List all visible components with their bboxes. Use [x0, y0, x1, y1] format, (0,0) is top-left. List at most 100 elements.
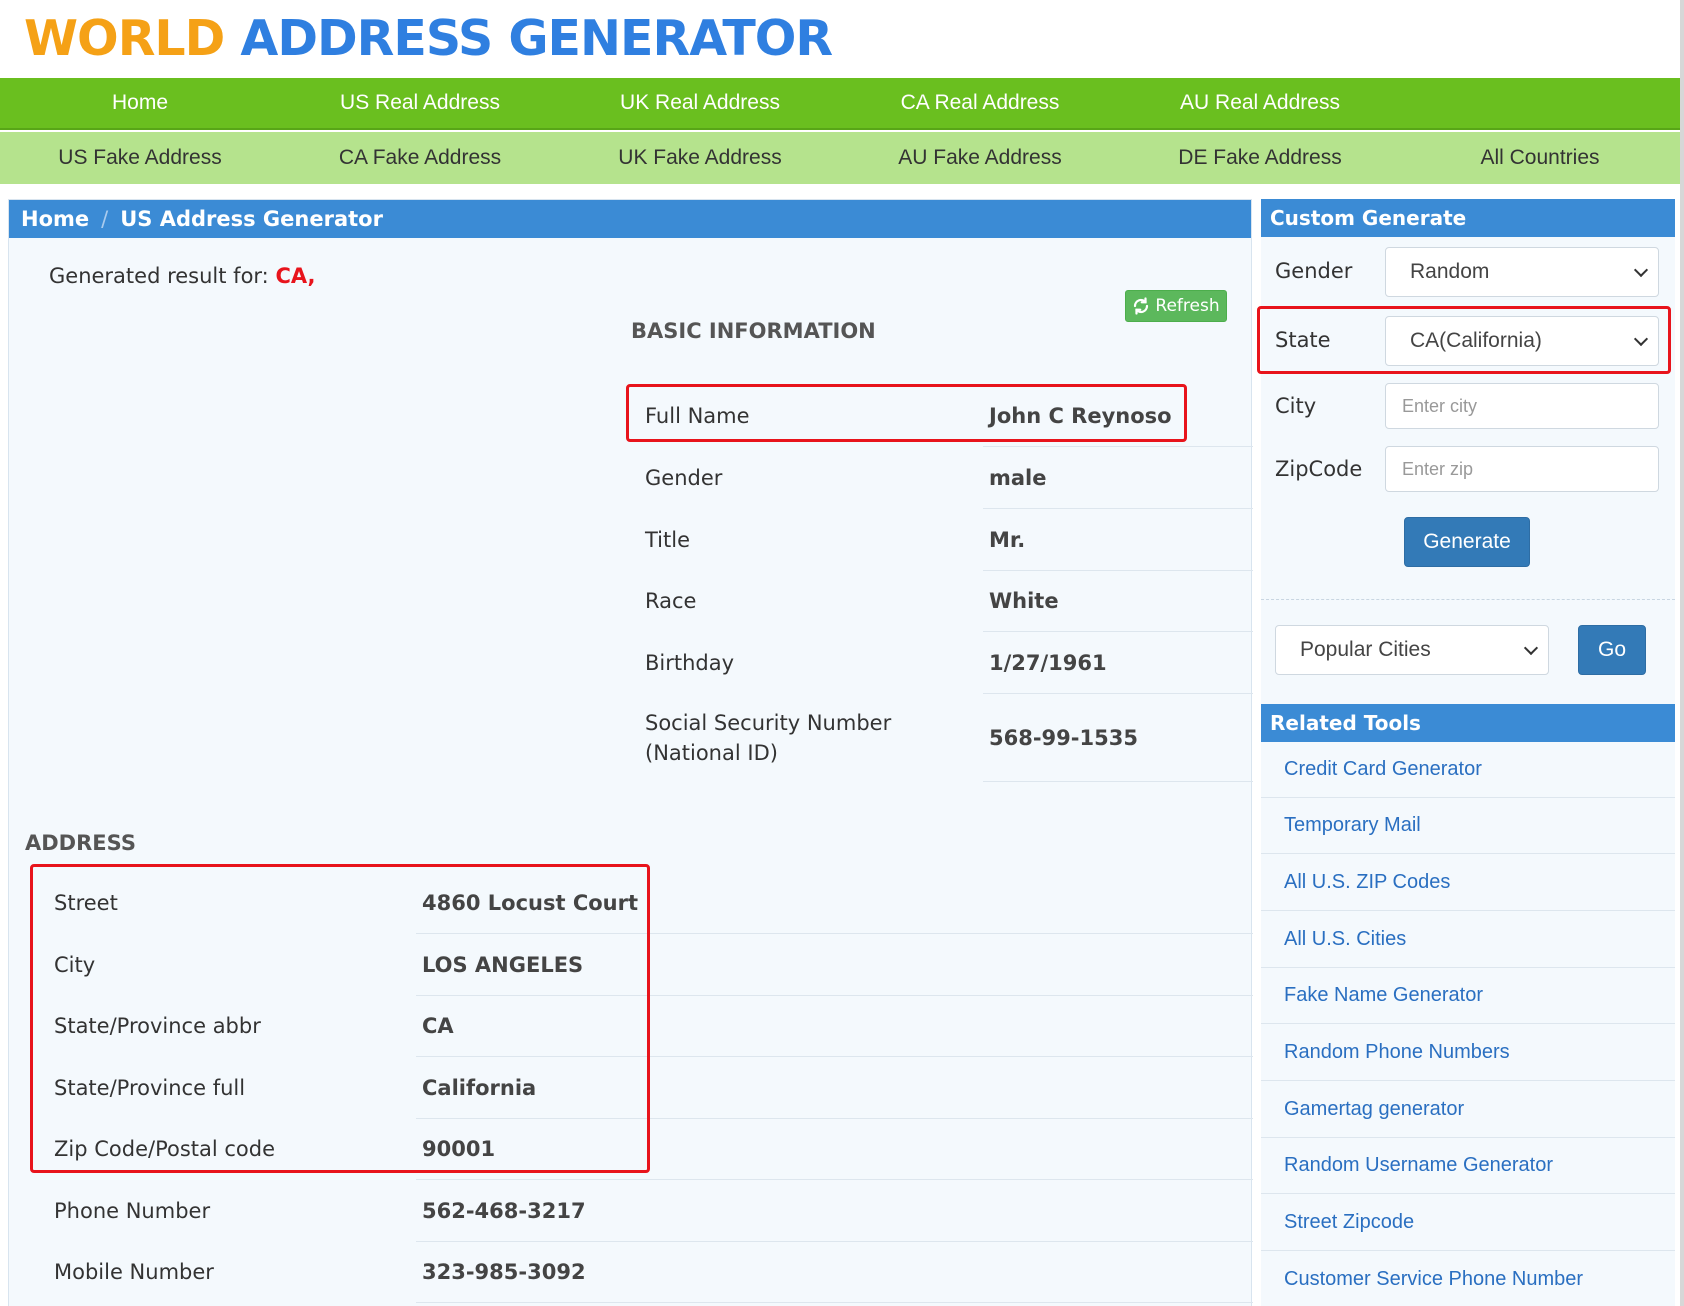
race-value: White	[989, 589, 1059, 613]
state-abbr-label: State/Province abbr	[54, 1014, 261, 1038]
main-panel: Home / US Address Generator Generated re…	[8, 199, 1253, 1306]
mobile-number-value: 323-985-3092	[422, 1260, 586, 1284]
row-full-name: Full Name John C Reynoso	[645, 385, 1253, 447]
chevron-down-icon	[1633, 262, 1649, 278]
nav-us-real-address[interactable]: US Real Address	[280, 78, 560, 128]
row-birthday: Birthday 1/27/1961	[645, 632, 1253, 694]
gender-select-value: Random	[1410, 260, 1490, 283]
nav-us-fake-address[interactable]: US Fake Address	[0, 132, 280, 184]
title-label: Title	[645, 528, 691, 552]
generated-result-prefix: Generated result for:	[49, 264, 269, 288]
row-ssn: Social Security Number (National ID) 568…	[645, 694, 1253, 782]
address-title: ADDRESS	[25, 831, 136, 855]
logo-word-world: WORLD	[24, 10, 225, 67]
phone-number-value: 562-468-3217	[422, 1199, 586, 1223]
nav-ca-real-address[interactable]: CA Real Address	[840, 78, 1120, 128]
related-tools-list: Credit Card Generator Temporary Mail All…	[1261, 742, 1675, 1306]
zipcode-input-label: ZipCode	[1275, 457, 1363, 481]
row-state-abbr: State/Province abbr CA	[54, 995, 1253, 1057]
birthday-label: Birthday	[645, 651, 735, 675]
zipcode-input[interactable]: Enter zip	[1385, 446, 1659, 492]
row-title: Title Mr.	[645, 509, 1253, 571]
ssn-label: Social Security Number (National ID)	[645, 711, 892, 765]
row-city: City LOS ANGELES	[54, 934, 1253, 996]
gender-select[interactable]: Random	[1385, 247, 1659, 297]
nav-de-fake-address[interactable]: DE Fake Address	[1120, 132, 1400, 184]
go-button[interactable]: Go	[1578, 625, 1646, 675]
nav-ca-fake-address[interactable]: CA Fake Address	[280, 132, 560, 184]
race-label: Race	[645, 589, 697, 613]
row-race: Race White	[645, 570, 1253, 632]
breadcrumb-current: US Address Generator	[120, 207, 383, 231]
zip-code-value: 90001	[422, 1137, 496, 1161]
nav-home[interactable]: Home	[0, 78, 280, 128]
breadcrumb-home[interactable]: Home	[21, 207, 89, 231]
gender-label: Gender	[645, 466, 723, 490]
popular-cities-value: Popular Cities	[1300, 638, 1431, 661]
tool-link-us-zip-codes[interactable]: All U.S. ZIP Codes	[1261, 855, 1675, 911]
tool-link-credit-card-generator[interactable]: Credit Card Generator	[1261, 742, 1675, 798]
site-logo[interactable]: WORLD ADDRESS GENERATOR	[24, 8, 833, 70]
related-tools-title: Related Tools	[1261, 704, 1675, 742]
chevron-down-icon	[1633, 331, 1649, 347]
street-label: Street	[54, 891, 118, 915]
row-zip-code: Zip Code/Postal code 90001	[54, 1118, 1253, 1180]
breadcrumb: Home / US Address Generator	[9, 200, 1251, 238]
nav-all-countries[interactable]: All Countries	[1400, 132, 1680, 184]
tool-link-us-cities[interactable]: All U.S. Cities	[1261, 912, 1675, 968]
popular-cities-select[interactable]: Popular Cities	[1275, 625, 1549, 675]
row-street: Street 4860 Locust Court	[54, 872, 1253, 934]
nav-uk-fake-address[interactable]: UK Fake Address	[560, 132, 840, 184]
custom-generate-form: Gender Random State CA(California) City …	[1257, 237, 1675, 704]
birthday-value: 1/27/1961	[989, 651, 1107, 675]
ssn-value: 568-99-1535	[989, 726, 1138, 750]
state-abbr-value: CA	[422, 1014, 454, 1038]
full-name-label: Full Name	[645, 404, 750, 428]
title-value: Mr.	[989, 528, 1026, 552]
mobile-number-label: Mobile Number	[54, 1260, 214, 1284]
state-select[interactable]: CA(California)	[1385, 316, 1659, 366]
tool-link-random-phone-numbers[interactable]: Random Phone Numbers	[1261, 1025, 1675, 1081]
chevron-down-icon	[1523, 640, 1539, 656]
phone-number-label: Phone Number	[54, 1199, 211, 1223]
city-label: City	[54, 953, 96, 977]
row-state-full: State/Province full California	[54, 1057, 1253, 1119]
generate-button[interactable]: Generate	[1404, 517, 1530, 567]
state-select-label: State	[1275, 328, 1331, 352]
custom-generate-title: Custom Generate	[1261, 199, 1675, 237]
tool-link-customer-service-phone-number[interactable]: Customer Service Phone Number	[1261, 1252, 1675, 1306]
city-value: LOS ANGELES	[422, 953, 584, 977]
row-divider	[983, 781, 1253, 782]
gender-value: male	[989, 466, 1047, 490]
tool-link-fake-name-generator[interactable]: Fake Name Generator	[1261, 968, 1675, 1024]
tool-link-gamertag-generator[interactable]: Gamertag generator	[1261, 1082, 1675, 1138]
row-divider	[416, 1302, 1253, 1303]
generated-result: Generated result for: CA,	[49, 264, 315, 288]
row-gender: Gender male	[645, 447, 1253, 509]
basic-info-title: BASIC INFORMATION	[631, 319, 876, 343]
form-divider	[1261, 599, 1675, 600]
primary-nav: Home US Real Address UK Real Address CA …	[0, 78, 1680, 130]
zip-code-label: Zip Code/Postal code	[54, 1137, 276, 1161]
refresh-icon	[1134, 297, 1149, 315]
nav-au-fake-address[interactable]: AU Fake Address	[840, 132, 1120, 184]
full-name-value: John C Reynoso	[989, 404, 1172, 428]
gender-select-label: Gender	[1275, 259, 1353, 283]
breadcrumb-separator: /	[101, 207, 109, 231]
logo-word-address-generator: ADDRESS GENERATOR	[240, 10, 833, 67]
tool-link-temporary-mail[interactable]: Temporary Mail	[1261, 798, 1675, 854]
state-full-label: State/Province full	[54, 1076, 246, 1100]
street-value: 4860 Locust Court	[422, 891, 638, 915]
city-input[interactable]: Enter city	[1385, 383, 1659, 429]
nav-uk-real-address[interactable]: UK Real Address	[560, 78, 840, 128]
tool-link-street-zipcode[interactable]: Street Zipcode	[1261, 1195, 1675, 1251]
refresh-button[interactable]: Refresh	[1125, 290, 1227, 322]
secondary-nav: US Fake Address CA Fake Address UK Fake …	[0, 132, 1680, 184]
refresh-label: Refresh	[1155, 296, 1220, 316]
state-select-value: CA(California)	[1410, 329, 1542, 352]
nav-au-real-address[interactable]: AU Real Address	[1120, 78, 1400, 128]
generated-result-value: CA,	[275, 264, 316, 288]
city-input-label: City	[1275, 394, 1317, 418]
row-mobile-number: Mobile Number 323-985-3092	[54, 1241, 1253, 1303]
tool-link-random-username-generator[interactable]: Random Username Generator	[1261, 1138, 1675, 1194]
